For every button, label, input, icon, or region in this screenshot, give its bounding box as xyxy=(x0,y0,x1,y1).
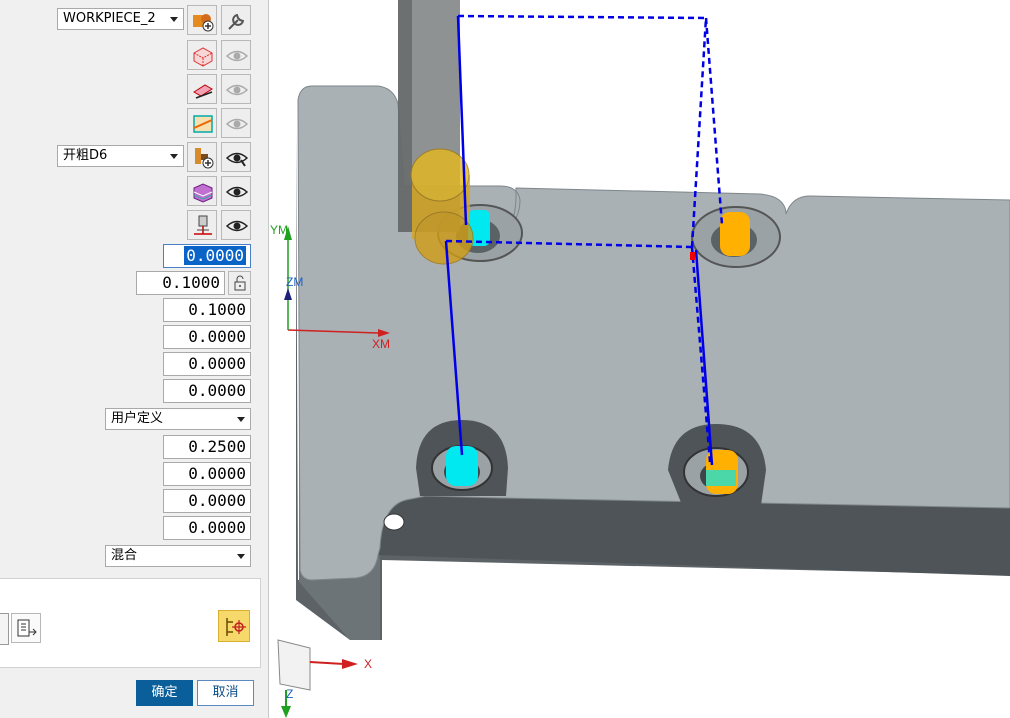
chevron-down-icon xyxy=(170,17,178,22)
value-b1-text: 0.2500 xyxy=(188,437,246,456)
cad-scene[interactable]: YM ZM XM X Z xyxy=(269,0,1010,718)
ok-button[interactable]: 确定 xyxy=(136,680,193,706)
list-toolpath-icon xyxy=(17,619,37,637)
active-value-field[interactable]: 0.0000 xyxy=(163,244,251,268)
blend-select-value: 混合 xyxy=(111,548,138,563)
mode-select[interactable]: 用户定义 xyxy=(105,408,251,430)
value-b2-text: 0.0000 xyxy=(188,464,246,483)
wrench-icon xyxy=(228,13,245,30)
blend-select[interactable]: 混合 xyxy=(105,545,251,567)
specify-trim-boundary-button[interactable] xyxy=(187,108,217,138)
eye-icon xyxy=(225,118,249,130)
eye-icon xyxy=(225,84,249,96)
value-field-a4[interactable]: 0.0000 xyxy=(163,379,251,403)
axis-label-zm: ZM xyxy=(286,275,303,289)
cancel-button[interactable]: 取消 xyxy=(197,680,254,706)
value-a3-text: 0.0000 xyxy=(188,354,246,373)
mode-select-value: 用户定义 xyxy=(111,411,164,426)
eye-icon xyxy=(225,220,249,232)
chevron-down-icon xyxy=(237,554,245,559)
tool-axis-icon xyxy=(194,215,212,235)
value-field-b4[interactable]: 0.0000 xyxy=(163,516,251,540)
new-tool-icon xyxy=(195,148,214,169)
value-field-a2[interactable]: 0.0000 xyxy=(163,325,251,349)
axis-label-xm: XM xyxy=(372,337,390,351)
new-geometry-button[interactable] xyxy=(187,5,217,35)
lock-icon xyxy=(234,275,246,291)
value-field-a1[interactable]: 0.1000 xyxy=(163,298,251,322)
geometry-select[interactable]: WORKPIECE_2 xyxy=(57,8,184,30)
show-trim-boundary-button[interactable] xyxy=(221,108,251,138)
tool-axis-button[interactable] xyxy=(187,210,217,240)
value-a2-text: 0.0000 xyxy=(188,327,246,346)
show-tool-button[interactable] xyxy=(221,142,251,172)
value-a4-text: 0.0000 xyxy=(188,381,246,400)
hole-highlight-cyan-3 xyxy=(706,470,736,486)
active-value-text: 0.0000 xyxy=(184,246,246,265)
tool-shank-shade xyxy=(398,0,412,232)
partial-action-button[interactable] xyxy=(0,613,9,645)
edit-geometry-button[interactable] xyxy=(221,5,251,35)
generate-icon xyxy=(226,618,246,636)
generate-button[interactable] xyxy=(218,610,250,642)
trim-boundary-icon xyxy=(193,115,213,133)
axis-label-ym: YM xyxy=(270,223,288,237)
hole-highlight-orange-1 xyxy=(720,212,750,256)
specify-part-icon xyxy=(193,47,213,67)
chevron-down-icon xyxy=(170,154,178,159)
show-cut-area-button[interactable] xyxy=(221,74,251,104)
toolpath-marker xyxy=(690,252,695,260)
geometry-select-value: WORKPIECE_2 xyxy=(63,11,156,26)
axis-label-x: X xyxy=(364,657,372,671)
value-b4-text: 0.0000 xyxy=(188,518,246,537)
graphics-viewport[interactable]: YM ZM XM X Z xyxy=(269,0,1010,718)
chevron-down-icon xyxy=(237,417,245,422)
actions-box xyxy=(0,578,261,668)
lock-toggle-button[interactable] xyxy=(228,271,251,295)
cut-area-icon xyxy=(193,84,213,99)
cut-levels-icon xyxy=(193,183,213,203)
value-field-b3[interactable]: 0.0000 xyxy=(163,489,251,513)
value-field-b2[interactable]: 0.0000 xyxy=(163,462,251,486)
value-field-b1[interactable]: 0.2500 xyxy=(163,435,251,459)
eye-icon xyxy=(225,50,249,62)
value-a1-text: 0.1000 xyxy=(188,300,246,319)
new-geometry-icon xyxy=(193,14,214,32)
absolute-triad xyxy=(277,639,358,718)
new-tool-button[interactable] xyxy=(187,142,217,172)
cut-levels-button[interactable] xyxy=(187,176,217,206)
value-field-locked[interactable]: 0.1000 xyxy=(136,271,225,295)
tool-select-value: 开粗D6 xyxy=(63,148,108,163)
operation-dialog-panel: WORKPIECE_2 开粗D6 0.0000 0.1000 0.1000 0.… xyxy=(0,0,269,718)
tool-select[interactable]: 开粗D6 xyxy=(57,145,184,167)
value-b3-text: 0.0000 xyxy=(188,491,246,510)
eye-icon xyxy=(225,186,249,198)
value-field-locked-text: 0.1000 xyxy=(162,273,220,292)
axis-label-z: Z xyxy=(286,687,293,701)
show-part-button[interactable] xyxy=(221,40,251,70)
show-cut-levels-button[interactable] xyxy=(221,176,251,206)
value-field-a3[interactable]: 0.0000 xyxy=(163,352,251,376)
show-tool-icon xyxy=(225,152,249,167)
specify-cut-area-button[interactable] xyxy=(187,74,217,104)
show-tool-axis-button[interactable] xyxy=(221,210,251,240)
list-toolpath-button[interactable] xyxy=(11,613,41,643)
small-side-hole xyxy=(383,513,405,531)
specify-part-button[interactable] xyxy=(187,40,217,70)
